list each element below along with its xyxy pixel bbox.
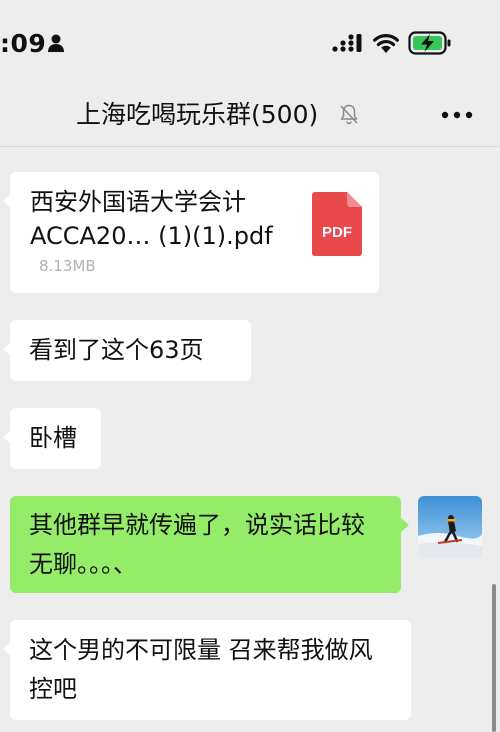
status-bar: :09 [0, 0, 500, 86]
wifi-icon [373, 34, 399, 53]
message-text: 卧槽 [29, 424, 77, 452]
message-text: 这个男的不可限量 召来帮我做风控吧 [29, 636, 373, 703]
more-icon[interactable] [441, 110, 473, 120]
file-name: 西安外国语大学会计ACCA20… (1)(1).pdf [30, 188, 273, 250]
bubble-tail [3, 342, 11, 356]
bubble-tail [3, 194, 11, 208]
bubble-tail [3, 642, 11, 656]
person-icon [48, 34, 64, 52]
incoming-message[interactable]: 这个男的不可限量 召来帮我做风控吧 [3, 620, 411, 720]
message-text: 看到了这个63页 [29, 336, 204, 364]
message-text: 其他群早就传遍了，说实话比较无聊。。。、 [29, 511, 365, 578]
chat-header: 上海吃喝玩乐群(500) [0, 86, 500, 147]
incoming-message[interactable]: 看到了这个63页 [3, 320, 251, 381]
bubble-tail [3, 430, 11, 444]
signal-icon [332, 34, 362, 52]
pdf-file-icon: PDF [312, 192, 362, 256]
file-message-card[interactable]: 西安外国语大学会计ACCA20… (1)(1).pdf 8.13MB PDF [3, 172, 379, 293]
pdf-icon-label: PDF [322, 224, 352, 241]
status-time: :09 [0, 29, 47, 58]
file-size: 8.13MB [39, 257, 96, 275]
bubble-tail [401, 518, 409, 532]
outgoing-message[interactable]: 其他群早就传遍了，说实话比较无聊。。。、 [10, 496, 409, 593]
incoming-message[interactable]: 卧槽 [3, 408, 101, 469]
chat-title[interactable]: 上海吃喝玩乐群(500) [76, 98, 318, 132]
mute-bell-icon [340, 104, 358, 125]
my-avatar[interactable] [418, 496, 482, 558]
battery-charging-icon [408, 31, 451, 55]
scroll-indicator[interactable] [492, 584, 496, 732]
